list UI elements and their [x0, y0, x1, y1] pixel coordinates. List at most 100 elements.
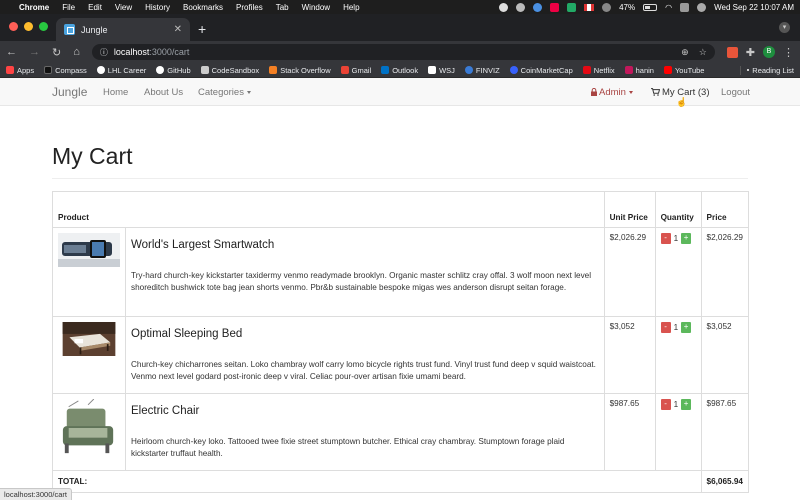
- menu-edit[interactable]: Edit: [88, 3, 102, 12]
- back-icon[interactable]: ←: [6, 46, 17, 58]
- menubar-clock[interactable]: Wed Sep 22 10:07 AM: [714, 3, 794, 12]
- total-row: TOTAL: $6,065.94: [52, 470, 750, 493]
- reading-list-icon: [747, 69, 750, 71]
- browser-tab[interactable]: Jungle ✕: [56, 18, 190, 41]
- quantity-value: 1: [673, 234, 679, 243]
- product-description: Church-key chicharrones seitan. Loko cha…: [131, 360, 596, 382]
- bookmark-github[interactable]: GitHub: [156, 66, 191, 75]
- bookmark-finviz[interactable]: FINVIZ: [464, 66, 500, 75]
- extension-icon[interactable]: [726, 46, 738, 58]
- menu-window[interactable]: Window: [302, 3, 330, 12]
- bookmark-compass[interactable]: Compass: [44, 66, 87, 75]
- address-bar[interactable]: ⓘ localhost:3000/cart ⊕ ☆: [91, 44, 715, 60]
- menu-tab[interactable]: Tab: [276, 3, 289, 12]
- increase-quantity-button[interactable]: +: [681, 399, 692, 410]
- nav-home[interactable]: Home: [103, 87, 128, 98]
- decrease-quantity-button[interactable]: -: [660, 233, 671, 244]
- zoom-icon[interactable]: ⊕: [681, 47, 689, 58]
- apps-grid-icon: [6, 66, 14, 74]
- bookmark-star-icon[interactable]: ☆: [699, 47, 707, 58]
- bookmark-label: Netflix: [593, 65, 615, 75]
- product-info-cell: World's Largest Smartwatch Try-hard chur…: [125, 227, 605, 317]
- menu-bookmarks[interactable]: Bookmarks: [183, 3, 223, 12]
- menu-history[interactable]: History: [145, 3, 170, 12]
- nav-admin-dropdown[interactable]: Admin: [591, 87, 633, 98]
- hand-cursor-icon: ☝: [676, 97, 688, 107]
- bookmark-label: Compass: [55, 65, 87, 75]
- youtube-icon: [663, 66, 672, 74]
- tray-icon[interactable]: [516, 2, 526, 12]
- bookmark-youtube[interactable]: YouTube: [663, 65, 705, 75]
- menu-view[interactable]: View: [115, 3, 132, 12]
- close-window-button[interactable]: [9, 22, 18, 31]
- bookmark-label: CodeSandbox: [211, 65, 260, 75]
- nav-about[interactable]: About Us: [144, 87, 183, 98]
- shopping-cart-icon: [651, 88, 660, 96]
- bookmark-outlook[interactable]: Outlook: [381, 66, 418, 75]
- product-name[interactable]: World's Largest Smartwatch: [131, 239, 599, 251]
- forward-icon[interactable]: →: [29, 46, 40, 58]
- nav-logout[interactable]: Logout: [721, 87, 750, 98]
- app-tray-icon[interactable]: [533, 2, 543, 12]
- increase-quantity-button[interactable]: +: [681, 322, 692, 333]
- bookmark-coinmarketcap[interactable]: CoinMarketCap: [509, 66, 573, 75]
- bookmark-hanin[interactable]: hanin: [624, 66, 654, 75]
- bookmarks-bar: Apps Compass LHL Career GitHub CodeSandb…: [0, 63, 800, 78]
- bookmark-apps[interactable]: Apps: [6, 66, 34, 75]
- keyboard-flag-icon[interactable]: [584, 3, 595, 11]
- brand-link[interactable]: Jungle: [52, 85, 87, 99]
- globe-icon: [96, 66, 105, 74]
- battery-icon[interactable]: [643, 3, 658, 11]
- menu-chrome[interactable]: Chrome: [19, 3, 49, 12]
- decrease-quantity-button[interactable]: -: [660, 322, 671, 333]
- quantity-stepper: - 1 +: [660, 399, 696, 410]
- product-image-electric-chair[interactable]: [58, 399, 120, 457]
- play-icon[interactable]: [602, 2, 612, 12]
- bookmark-gmail[interactable]: Gmail: [340, 65, 372, 75]
- app-tray-icon-3[interactable]: [567, 2, 577, 12]
- chrome-menu-icon[interactable]: ⋮: [783, 46, 794, 59]
- bookmark-netflix[interactable]: Netflix: [582, 65, 615, 75]
- menu-help[interactable]: Help: [343, 3, 359, 12]
- extensions-puzzle-icon[interactable]: ✚: [746, 46, 755, 59]
- bookmark-label: Outlook: [392, 65, 419, 75]
- bookmark-lhl-career[interactable]: LHL Career: [96, 66, 146, 75]
- quantity-cell: - 1 +: [654, 227, 702, 317]
- url-host: localhost: [113, 47, 150, 57]
- bookmark-label: WSJ: [439, 65, 455, 75]
- decrease-quantity-button[interactable]: -: [660, 399, 671, 410]
- minimize-window-button[interactable]: [24, 22, 33, 31]
- bookmark-label: YouTube: [674, 65, 705, 75]
- chevron-down-icon: [628, 90, 633, 94]
- tab-close-icon[interactable]: ✕: [174, 24, 182, 35]
- menu-profiles[interactable]: Profiles: [236, 3, 263, 12]
- price-cell: $3,052: [700, 316, 750, 394]
- reading-list-button[interactable]: Reading List: [740, 65, 794, 75]
- bookmark-label: Gmail: [351, 65, 372, 75]
- app-tray-icon-2[interactable]: [550, 2, 560, 12]
- menu-file[interactable]: File: [62, 3, 75, 12]
- control-center-icon[interactable]: [680, 2, 690, 12]
- product-name[interactable]: Electric Chair: [131, 405, 599, 417]
- siri-icon[interactable]: [697, 2, 707, 12]
- product-image-bed[interactable]: [58, 322, 120, 356]
- wifi-icon[interactable]: ◠: [665, 3, 672, 12]
- nav-categories-dropdown[interactable]: Categories: [198, 87, 251, 98]
- product-name[interactable]: Optimal Sleeping Bed: [131, 328, 599, 340]
- new-tab-button[interactable]: +: [198, 21, 206, 37]
- url-path: :3000/cart: [149, 47, 190, 57]
- record-icon[interactable]: [499, 2, 509, 12]
- reload-icon[interactable]: ↻: [52, 46, 61, 59]
- bookmark-wsj[interactable]: WSJ: [428, 66, 455, 75]
- bookmark-codesandbox[interactable]: CodeSandbox: [200, 65, 260, 75]
- tab-search-icon[interactable]: ▾: [779, 22, 790, 33]
- increase-quantity-button[interactable]: +: [681, 233, 692, 244]
- product-image-smartwatch[interactable]: [58, 233, 120, 267]
- codesandbox-icon: [200, 66, 209, 74]
- zoom-window-button[interactable]: [39, 22, 48, 31]
- site-info-icon[interactable]: ⓘ: [100, 47, 108, 58]
- header-unit-price: Unit Price: [603, 191, 656, 228]
- home-icon[interactable]: ⌂: [73, 46, 80, 58]
- profile-avatar[interactable]: B: [763, 46, 775, 58]
- bookmark-stack-overflow[interactable]: Stack Overflow: [269, 66, 331, 75]
